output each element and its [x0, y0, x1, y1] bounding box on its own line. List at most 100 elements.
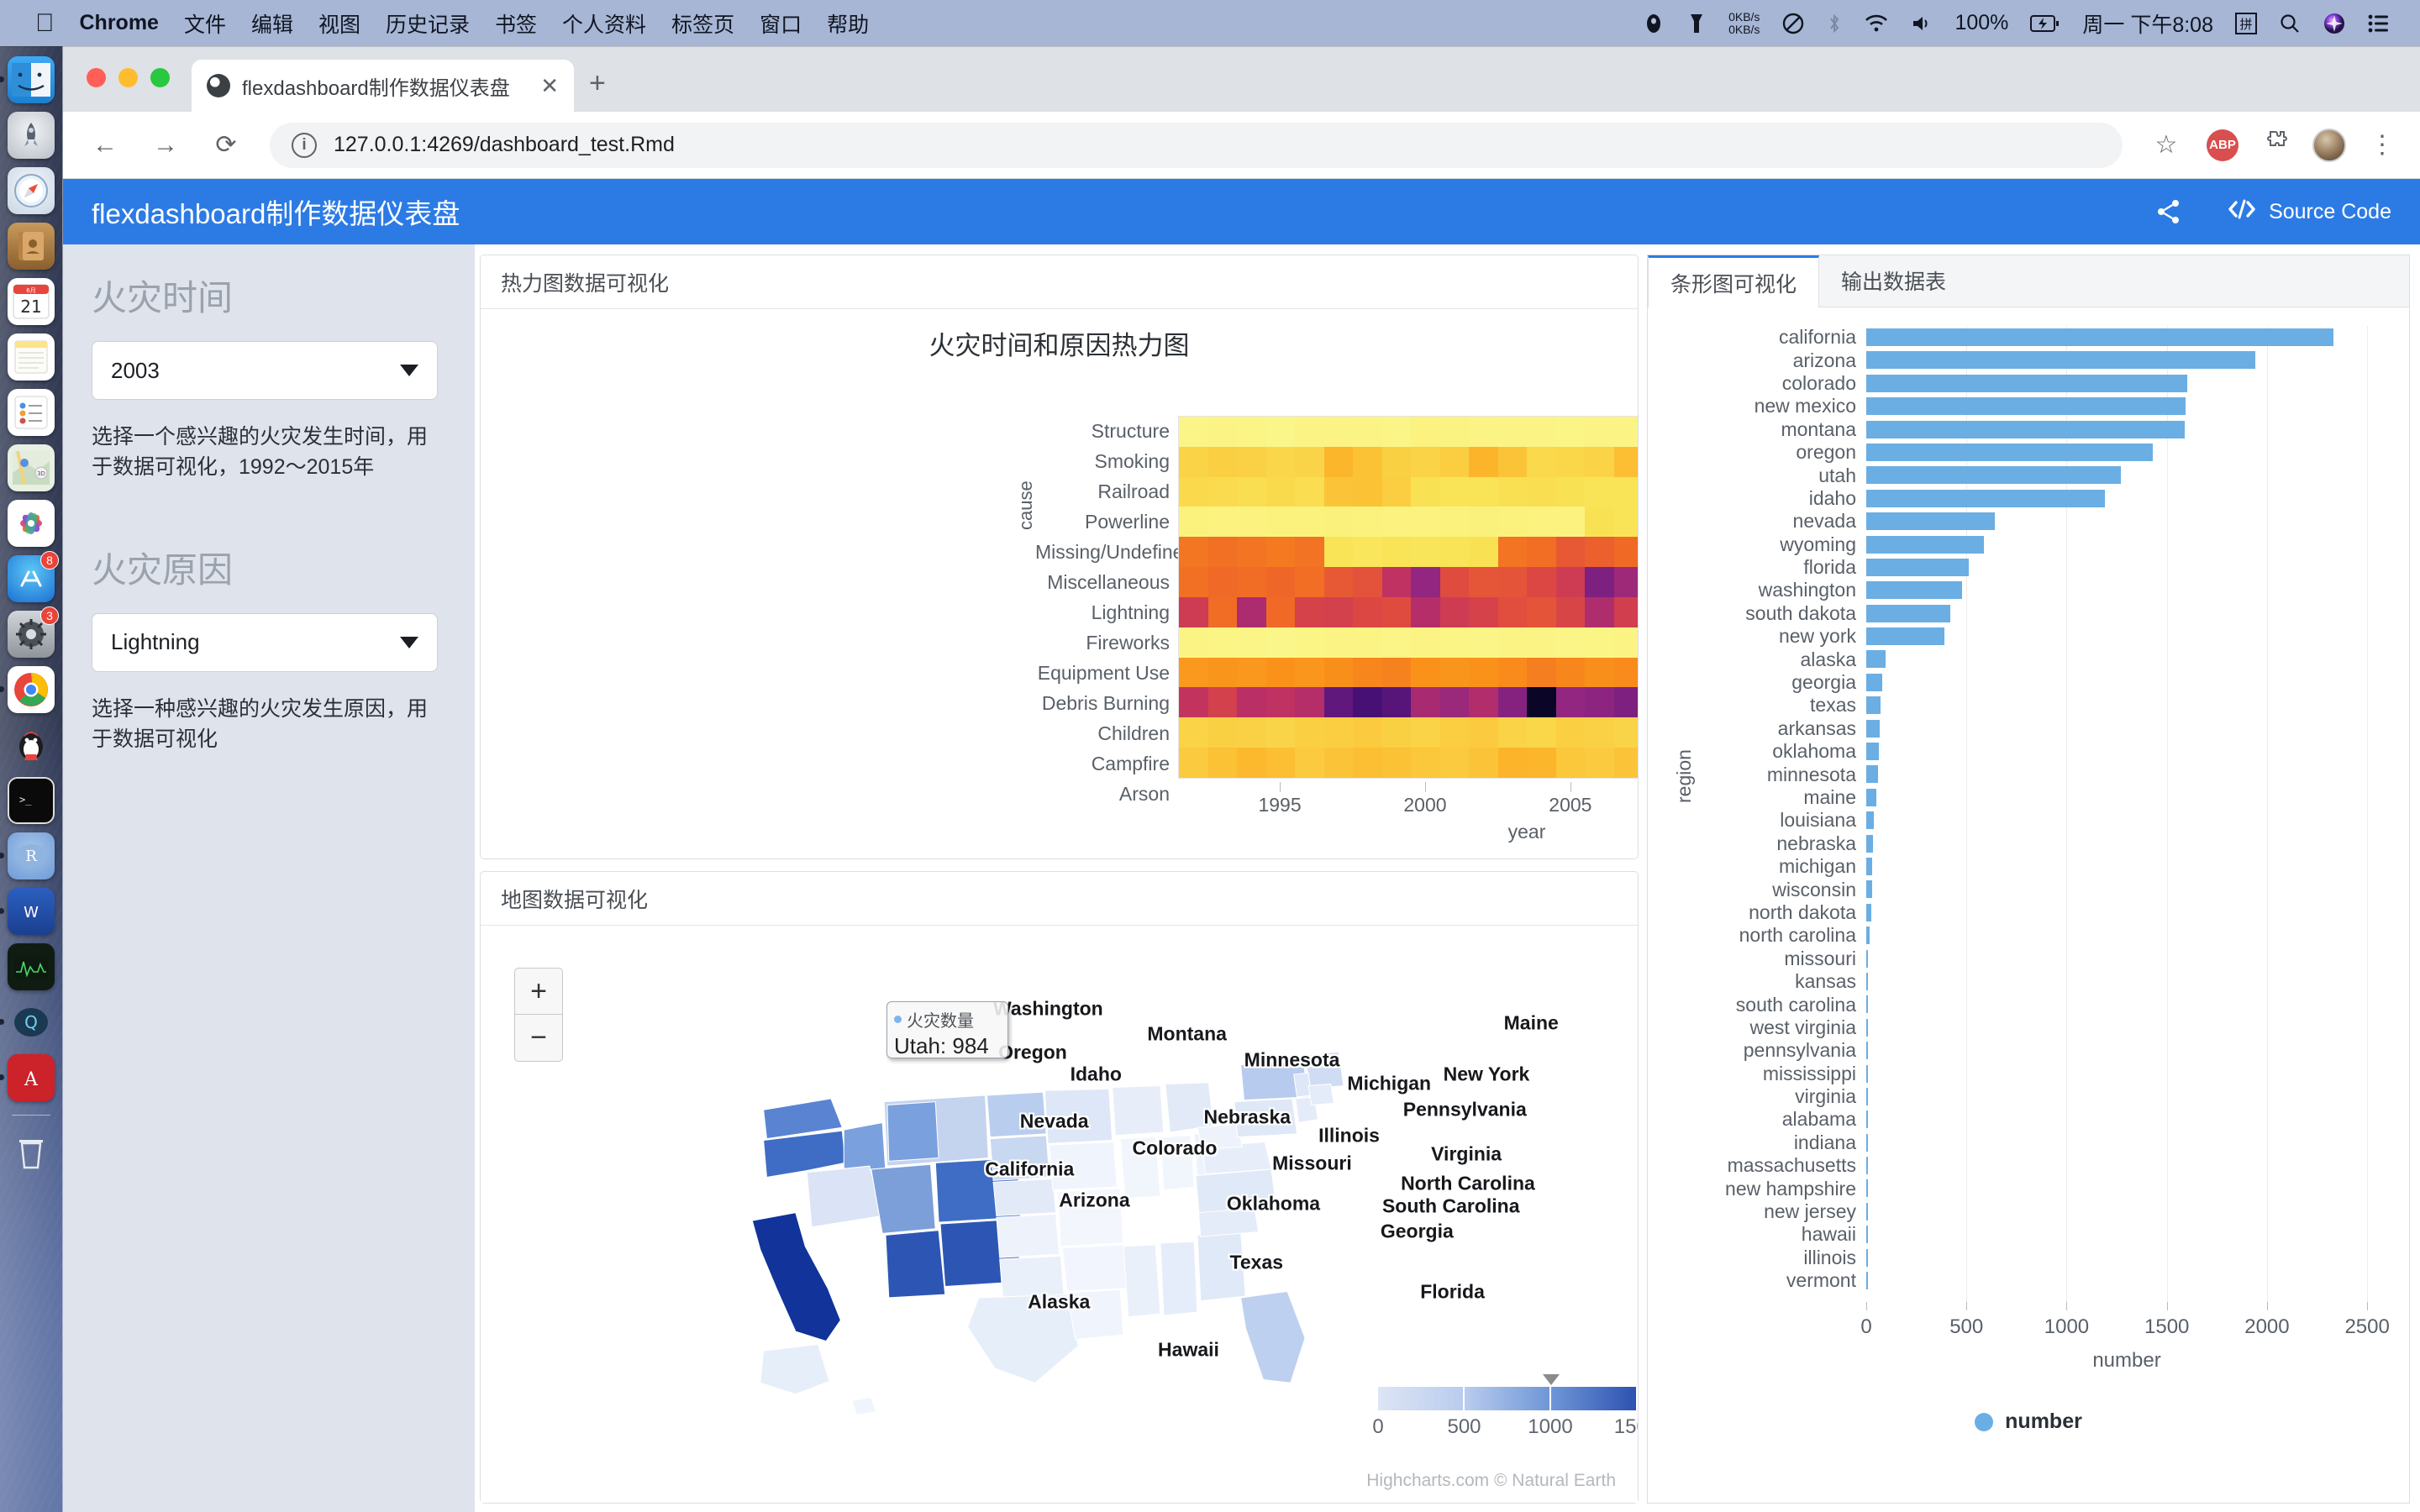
- us-choropleth-map[interactable]: + − Washington Montana Oregon Idaho Minn…: [481, 926, 1638, 1503]
- dock-item-finder[interactable]: [0, 56, 55, 103]
- new-tab-button[interactable]: +: [589, 67, 606, 100]
- heatmap-cell[interactable]: [1527, 417, 1556, 447]
- dock-item-contacts[interactable]: [8, 223, 55, 270]
- bar[interactable]: [1866, 1226, 1868, 1244]
- bar-chart-row[interactable]: montana: [1698, 418, 2384, 441]
- heatmap-cell[interactable]: [1411, 567, 1440, 597]
- maximize-window-button[interactable]: [150, 68, 170, 87]
- map-color-legend[interactable]: 05001000150020…: [1372, 1374, 1638, 1444]
- heatmap-cell[interactable]: [1179, 446, 1208, 477]
- heatmap-cell[interactable]: [1527, 537, 1556, 568]
- bar-chart-row[interactable]: texas: [1698, 694, 2384, 717]
- tab-data-table[interactable]: 输出数据表: [1819, 255, 1968, 307]
- heatmap-cell[interactable]: [1323, 507, 1353, 538]
- menu-item-tabs[interactable]: 标签页: [671, 8, 734, 39]
- forward-icon[interactable]: →: [149, 131, 182, 160]
- heatmap-cell[interactable]: [1585, 417, 1614, 447]
- heatmap-cell[interactable]: [1411, 657, 1440, 688]
- heatmap-cell[interactable]: [1613, 507, 1638, 538]
- bar-chart-row[interactable]: missouri: [1698, 948, 2384, 970]
- heatmap-cell[interactable]: [1411, 446, 1440, 477]
- bar-chart-row[interactable]: oregon: [1698, 441, 2384, 464]
- heatmap-cell[interactable]: [1237, 627, 1266, 658]
- heatmap-cell[interactable]: [1381, 687, 1411, 718]
- bar-chart-row[interactable]: wyoming: [1698, 533, 2384, 556]
- close-tab-icon[interactable]: ✕: [540, 73, 559, 99]
- heatmap-cell[interactable]: [1237, 476, 1266, 507]
- source-code-button[interactable]: Source Code: [2227, 197, 2391, 227]
- heatmap-cell[interactable]: [1497, 748, 1527, 778]
- bar[interactable]: [1866, 788, 1877, 806]
- heatmap-cell[interactable]: [1323, 657, 1353, 688]
- heatmap-cell[interactable]: [1207, 748, 1237, 778]
- heatmap-cell[interactable]: [1439, 657, 1469, 688]
- heatmap-cell[interactable]: [1585, 596, 1614, 627]
- close-window-button[interactable]: [87, 68, 106, 87]
- bar-chart-row[interactable]: massachusetts: [1698, 1154, 2384, 1177]
- heatmap-cell[interactable]: [1411, 596, 1440, 627]
- dock-item-quicktime[interactable]: Q: [0, 999, 55, 1046]
- dock-item-calendar[interactable]: 6月 21: [8, 278, 55, 325]
- heatmap-cell[interactable]: [1585, 567, 1614, 597]
- bar[interactable]: [1866, 743, 1879, 761]
- heatmap-cell[interactable]: [1613, 596, 1638, 627]
- map-legend-segment[interactable]: [1551, 1387, 1638, 1410]
- browser-menu-icon[interactable]: ⋮: [2370, 132, 2395, 157]
- bar[interactable]: [1866, 466, 2121, 485]
- heatmap-cell[interactable]: [1469, 627, 1498, 658]
- heatmap-cell[interactable]: [1439, 476, 1469, 507]
- heatmap-cell[interactable]: [1207, 417, 1237, 447]
- heatmap-cell[interactable]: [1497, 446, 1527, 477]
- heatmap-cell[interactable]: [1265, 476, 1295, 507]
- heatmap-cell[interactable]: [1497, 596, 1527, 627]
- volume-icon[interactable]: [1911, 13, 1933, 34]
- heatmap-cell[interactable]: [1497, 717, 1527, 748]
- heatmap-cell[interactable]: [1295, 657, 1324, 688]
- bar-chart-row[interactable]: alaska: [1698, 648, 2384, 670]
- bar[interactable]: [1866, 397, 2186, 416]
- heatmap-cell[interactable]: [1439, 627, 1469, 658]
- heatmap-cell[interactable]: [1381, 657, 1411, 688]
- heatmap-cell[interactable]: [1585, 627, 1614, 658]
- heatmap-cell[interactable]: [1237, 596, 1266, 627]
- heatmap-cell[interactable]: [1179, 657, 1208, 688]
- heatmap-cell[interactable]: [1469, 446, 1498, 477]
- heatmap-cell[interactable]: [1237, 748, 1266, 778]
- tab-bar-chart[interactable]: 条形图可视化: [1648, 255, 1820, 307]
- bar-chart-row[interactable]: idaho: [1698, 487, 2384, 510]
- dock-item-chrome[interactable]: [0, 666, 55, 713]
- heatmap-cell[interactable]: [1353, 596, 1382, 627]
- heatmap-cell[interactable]: [1585, 537, 1614, 568]
- bar-chart-row[interactable]: louisiana: [1698, 809, 2384, 832]
- heatmap-cell[interactable]: [1207, 596, 1237, 627]
- bar[interactable]: [1866, 811, 1874, 830]
- cleanmymac-icon[interactable]: [1781, 12, 1805, 35]
- heatmap-cell[interactable]: [1237, 567, 1266, 597]
- heatmap-cell[interactable]: [1613, 717, 1638, 748]
- bar-chart-row[interactable]: arkansas: [1698, 717, 2384, 740]
- control-center-icon[interactable]: [2368, 13, 2390, 34]
- heatmap-cell[interactable]: [1555, 446, 1585, 477]
- apple-icon[interactable]: : [35, 10, 55, 36]
- bar-chart-row[interactable]: new hampshire: [1698, 1177, 2384, 1200]
- heatmap-cell[interactable]: [1555, 417, 1585, 447]
- heatmap-cell[interactable]: [1613, 748, 1638, 778]
- bar-chart-row[interactable]: virginia: [1698, 1085, 2384, 1108]
- heatmap-cell[interactable]: [1585, 748, 1614, 778]
- menu-item-file[interactable]: 文件: [184, 8, 226, 39]
- bar[interactable]: [1866, 1272, 1868, 1290]
- heatmap-cell[interactable]: [1411, 627, 1440, 658]
- heatmap-cell[interactable]: [1411, 717, 1440, 748]
- bar-chart-row[interactable]: alabama: [1698, 1108, 2384, 1131]
- heatmap-cell[interactable]: [1265, 417, 1295, 447]
- heatmap-cell[interactable]: [1179, 537, 1208, 568]
- bluetooth-icon[interactable]: [1827, 12, 1842, 35]
- bar[interactable]: [1866, 1133, 1868, 1152]
- heatmap-cell[interactable]: [1527, 657, 1556, 688]
- siri-icon[interactable]: [2323, 12, 2346, 35]
- dock-item-activity-monitor[interactable]: [8, 943, 55, 990]
- heatmap-cell[interactable]: [1585, 657, 1614, 688]
- heatmap-cell[interactable]: [1555, 567, 1585, 597]
- heatmap-cell[interactable]: [1207, 717, 1237, 748]
- bar[interactable]: [1866, 765, 1878, 784]
